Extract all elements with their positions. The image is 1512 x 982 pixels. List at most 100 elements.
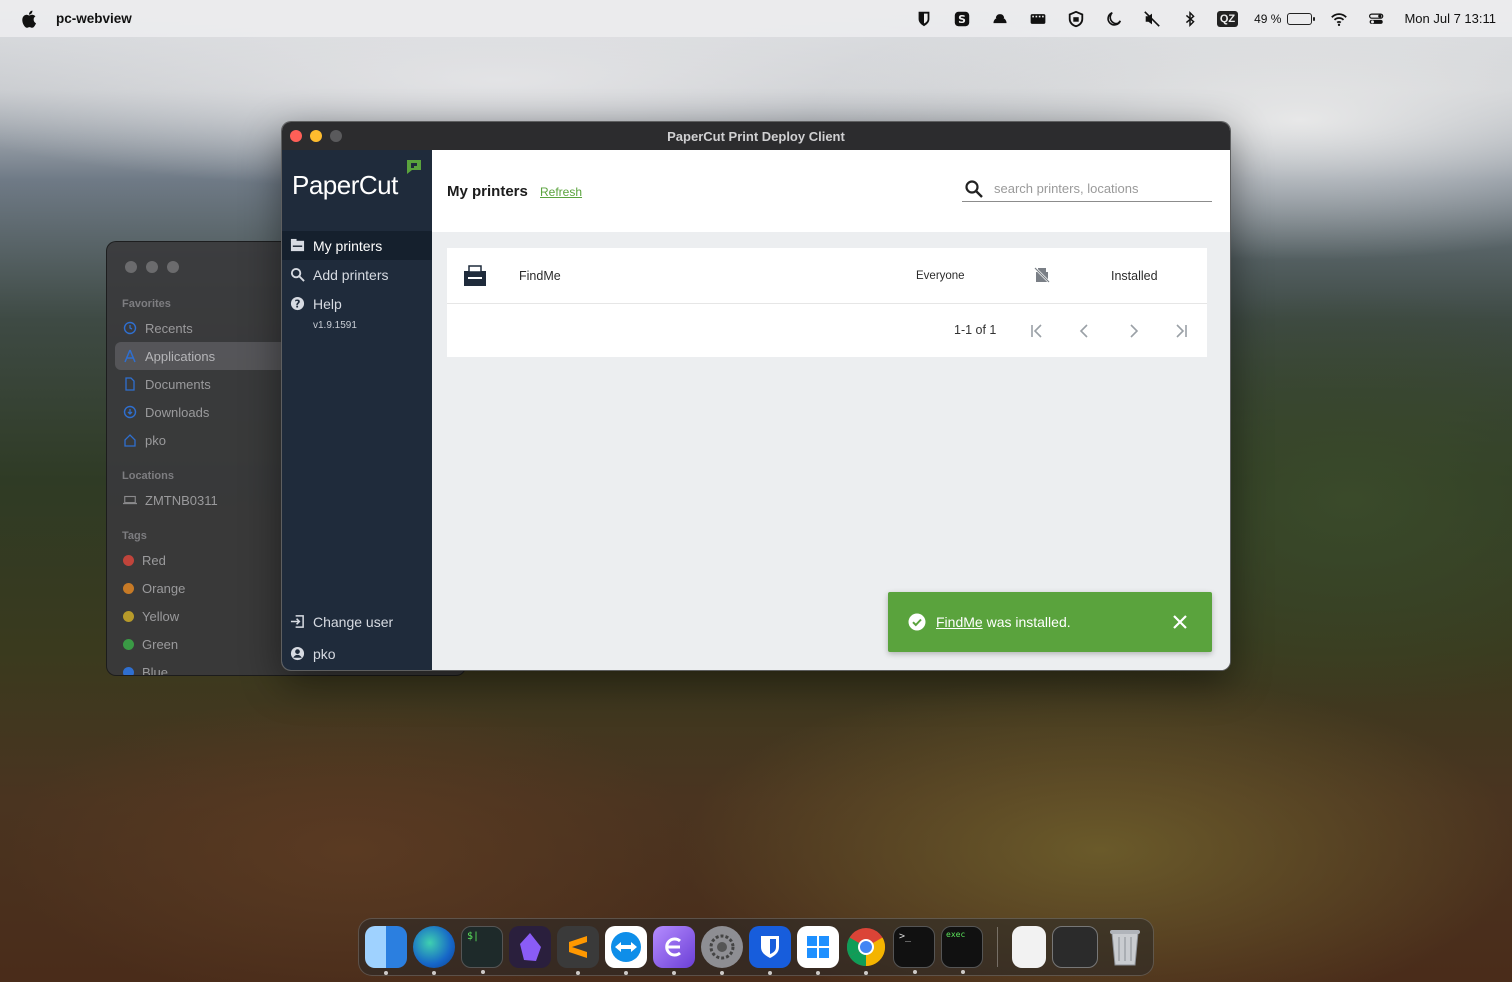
sidebar-item-home[interactable]: pko: [115, 426, 295, 454]
elvanto-icon[interactable]: [653, 926, 695, 975]
finder-window-controls[interactable]: [125, 261, 179, 273]
sidebar-item-label: Downloads: [145, 404, 210, 420]
mute-icon[interactable]: [1141, 10, 1163, 28]
toast-printer-link[interactable]: FindMe: [936, 614, 983, 630]
table-row[interactable]: FindMe Everyone Installed: [447, 248, 1207, 304]
close-window-button[interactable]: [290, 130, 302, 142]
page-header: My printers Refresh: [432, 150, 1230, 232]
sidebar-item-location[interactable]: ZMTNB0311: [115, 486, 295, 514]
sidebar-tag-orange[interactable]: Orange: [115, 574, 295, 602]
close-icon[interactable]: [1170, 612, 1190, 632]
search-input[interactable]: [994, 181, 1194, 196]
system-settings-icon[interactable]: [701, 926, 743, 975]
first-page-button[interactable]: [1027, 321, 1047, 341]
sidebar-item-label: Recents: [145, 320, 193, 336]
trash-icon[interactable]: [1104, 926, 1146, 968]
printer-icon: [464, 265, 486, 286]
app-name[interactable]: pc-webview: [56, 11, 132, 26]
finder-icon[interactable]: [365, 926, 407, 975]
pagination-count: 1-1 of 1: [954, 323, 997, 337]
prev-page-button[interactable]: [1075, 321, 1095, 341]
cloud-icon[interactable]: [989, 10, 1011, 28]
minimized-window-icon[interactable]: [1052, 926, 1098, 968]
sidebar-tag-red[interactable]: Red: [115, 546, 295, 574]
bitwarden-icon[interactable]: [913, 10, 935, 28]
shield-icon[interactable]: [1065, 10, 1087, 28]
sidebar-item-downloads[interactable]: Downloads: [115, 398, 295, 426]
terminal-label: >_: [899, 931, 912, 942]
logo-leaf-icon: [407, 160, 421, 174]
search-icon: [965, 179, 983, 198]
moon-icon[interactable]: [1103, 10, 1125, 28]
printer-group: Everyone: [916, 270, 965, 282]
papercut-window: PaperCut Print Deploy Client PaperCut My…: [281, 121, 1231, 671]
terminal-icon[interactable]: $|: [461, 926, 503, 974]
sidebar-item-documents[interactable]: Documents: [115, 370, 295, 398]
sidebar-tag-green[interactable]: Green: [115, 630, 295, 658]
printer-folder-icon: [290, 238, 305, 252]
sidebar-tag-blue[interactable]: Blue: [115, 658, 295, 675]
nav-change-user[interactable]: Change user: [282, 607, 432, 636]
window-controls: [290, 130, 342, 142]
sidebar-item-label: Orange: [142, 580, 186, 596]
minimize-window-button[interactable]: [310, 130, 322, 142]
teamviewer-icon[interactable]: [605, 926, 647, 975]
bluetooth-icon[interactable]: [1179, 10, 1201, 28]
home-icon: [123, 433, 137, 447]
battery-indicator[interactable]: 49 %: [1254, 12, 1316, 26]
next-page-button[interactable]: [1123, 321, 1143, 341]
printer-status: Installed: [1111, 269, 1158, 283]
terminal-icon[interactable]: >_: [893, 926, 935, 974]
sidebar-item-applications[interactable]: Applications: [115, 342, 295, 370]
sidebar-tag-yellow[interactable]: Yellow: [115, 602, 295, 630]
finder-sidebar: Favorites Recents Applications Documents…: [115, 298, 295, 675]
nav-label: Change user: [313, 613, 394, 630]
obsidian-icon[interactable]: [509, 926, 551, 968]
bitwarden-icon[interactable]: [749, 926, 791, 975]
last-page-button[interactable]: [1171, 321, 1191, 341]
user-icon: [290, 646, 305, 661]
menu-bar: pc-webview S QZ 49 % Mon Jul 7 13:11: [0, 0, 1512, 37]
zoom-window-button[interactable]: [330, 130, 342, 142]
locations-heading: Locations: [122, 470, 174, 482]
control-center-icon[interactable]: [1366, 10, 1388, 28]
last-page-icon: [1176, 324, 1187, 338]
default-printer-off-icon[interactable]: [1033, 266, 1051, 284]
edge-icon[interactable]: [413, 926, 455, 975]
sidebar-item-recents[interactable]: Recents: [115, 314, 295, 342]
window-titlebar[interactable]: PaperCut Print Deploy Client: [282, 122, 1230, 150]
nav-label: Add printers: [313, 266, 389, 283]
tag-color-dot: [123, 582, 134, 594]
apple-icon[interactable]: [20, 9, 40, 29]
exec-label: exec: [946, 930, 966, 939]
nav-add-printers[interactable]: Add printers: [282, 260, 432, 289]
help-icon: ?: [290, 296, 305, 310]
sidebar-item-label: Green: [142, 636, 179, 652]
windows-app-icon[interactable]: [797, 926, 839, 975]
clock[interactable]: Mon Jul 7 13:11: [1404, 11, 1496, 26]
tag-color-dot: [123, 666, 134, 675]
sidebar-item-label: Yellow: [142, 608, 180, 624]
sublime-icon[interactable]: [557, 926, 599, 975]
exec-icon[interactable]: exec: [941, 926, 983, 974]
main-content: My printers Refresh FindMe Everyone Inst…: [432, 150, 1230, 670]
window-title: PaperCut Print Deploy Client: [667, 128, 845, 144]
toast-message: FindMe was installed.: [936, 614, 1071, 630]
toast-text: was installed.: [982, 614, 1071, 630]
nav-my-printers[interactable]: My printers: [282, 231, 432, 260]
wifi-icon[interactable]: [1328, 10, 1350, 28]
chevron-left-icon: [1079, 324, 1088, 338]
shell-label: $|: [467, 931, 480, 942]
qz-icon[interactable]: QZ: [1216, 10, 1239, 27]
document-icon[interactable]: [1012, 926, 1046, 968]
download-icon: [123, 405, 137, 419]
nav-help[interactable]: ? Help: [282, 289, 432, 318]
current-user: pko: [313, 645, 336, 662]
s-icon[interactable]: S: [951, 10, 973, 28]
chrome-icon[interactable]: [845, 926, 887, 975]
refresh-link[interactable]: Refresh: [540, 185, 582, 199]
applications-icon: [123, 349, 137, 363]
papercut-sidebar: PaperCut My printers Add printers ? Help…: [282, 150, 432, 670]
chevron-right-icon: [1130, 324, 1139, 338]
keyboard-icon[interactable]: [1027, 10, 1049, 28]
